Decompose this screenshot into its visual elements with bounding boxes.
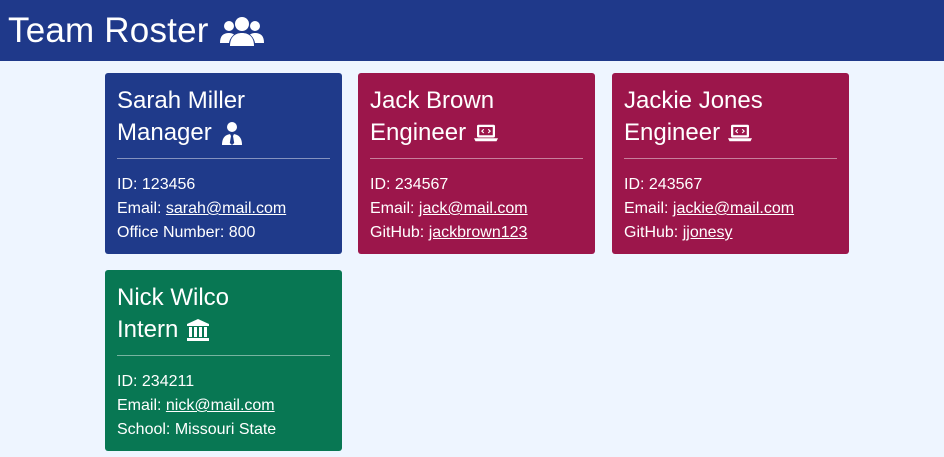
page-title-text: Team Roster bbox=[8, 10, 209, 50]
card-divider bbox=[117, 355, 330, 356]
employee-office-number: Office Number: 800 bbox=[117, 224, 256, 241]
employee-email: Email: jackie@mail.com bbox=[624, 200, 795, 217]
employee-id: ID: 123456 bbox=[117, 176, 196, 193]
manager-icon bbox=[221, 122, 242, 145]
card-divider bbox=[370, 158, 583, 159]
employee-name: Nick Wilco bbox=[117, 284, 229, 311]
employee-github: GitHub: jjonesy bbox=[624, 224, 733, 241]
employee-name: Jack Brown bbox=[370, 87, 495, 114]
employee-card-engineer: Jackie Jones Engineer ID: 243567 Email: … bbox=[612, 73, 849, 254]
email-link[interactable]: sarah@mail.com bbox=[166, 200, 286, 217]
employee-card-engineer: Jack Brown Engineer ID: 234567 Email: ja… bbox=[358, 73, 595, 254]
university-icon bbox=[187, 319, 210, 341]
employee-school: School: Missouri State bbox=[117, 421, 277, 438]
users-icon bbox=[219, 16, 264, 46]
github-link[interactable]: jjonesy bbox=[683, 224, 733, 241]
email-link[interactable]: jack@mail.com bbox=[419, 200, 528, 217]
employee-email: Email: sarah@mail.com bbox=[117, 200, 287, 217]
employee-role: Manager bbox=[117, 117, 330, 149]
employee-role-label: Engineer bbox=[370, 119, 467, 146]
employee-email: Email: nick@mail.com bbox=[117, 397, 275, 414]
employee-role-label: Manager bbox=[117, 119, 212, 146]
employee-card-manager: Sarah Miller Manager ID: 123456 Email: s… bbox=[105, 73, 342, 254]
card-divider bbox=[117, 158, 330, 159]
employee-id: ID: 234211 bbox=[117, 373, 195, 390]
card-divider bbox=[624, 158, 837, 159]
github-link[interactable]: jackbrown123 bbox=[429, 224, 528, 241]
employee-id: ID: 234567 bbox=[370, 176, 449, 193]
employee-role: Engineer bbox=[370, 117, 583, 149]
email-link[interactable]: jackie@mail.com bbox=[673, 200, 794, 217]
employee-github: GitHub: jackbrown123 bbox=[370, 224, 528, 241]
employee-email: Email: jack@mail.com bbox=[370, 200, 528, 217]
employee-id: ID: 243567 bbox=[624, 176, 703, 193]
employee-role: Engineer bbox=[624, 117, 837, 149]
employee-role: Intern bbox=[117, 314, 330, 346]
employee-name: Jackie Jones bbox=[624, 87, 763, 114]
laptop-code-icon bbox=[728, 124, 753, 142]
email-link[interactable]: nick@mail.com bbox=[166, 397, 275, 414]
employee-card-intern: Nick Wilco Intern ID: 234211 Email: nick… bbox=[105, 270, 342, 451]
page-header: Team Roster bbox=[0, 0, 944, 61]
employee-role-label: Engineer bbox=[624, 119, 721, 146]
employee-name: Sarah Miller bbox=[117, 87, 246, 114]
employee-role-label: Intern bbox=[117, 316, 179, 343]
page-title: Team Roster bbox=[8, 11, 265, 51]
laptop-code-icon bbox=[474, 124, 499, 142]
